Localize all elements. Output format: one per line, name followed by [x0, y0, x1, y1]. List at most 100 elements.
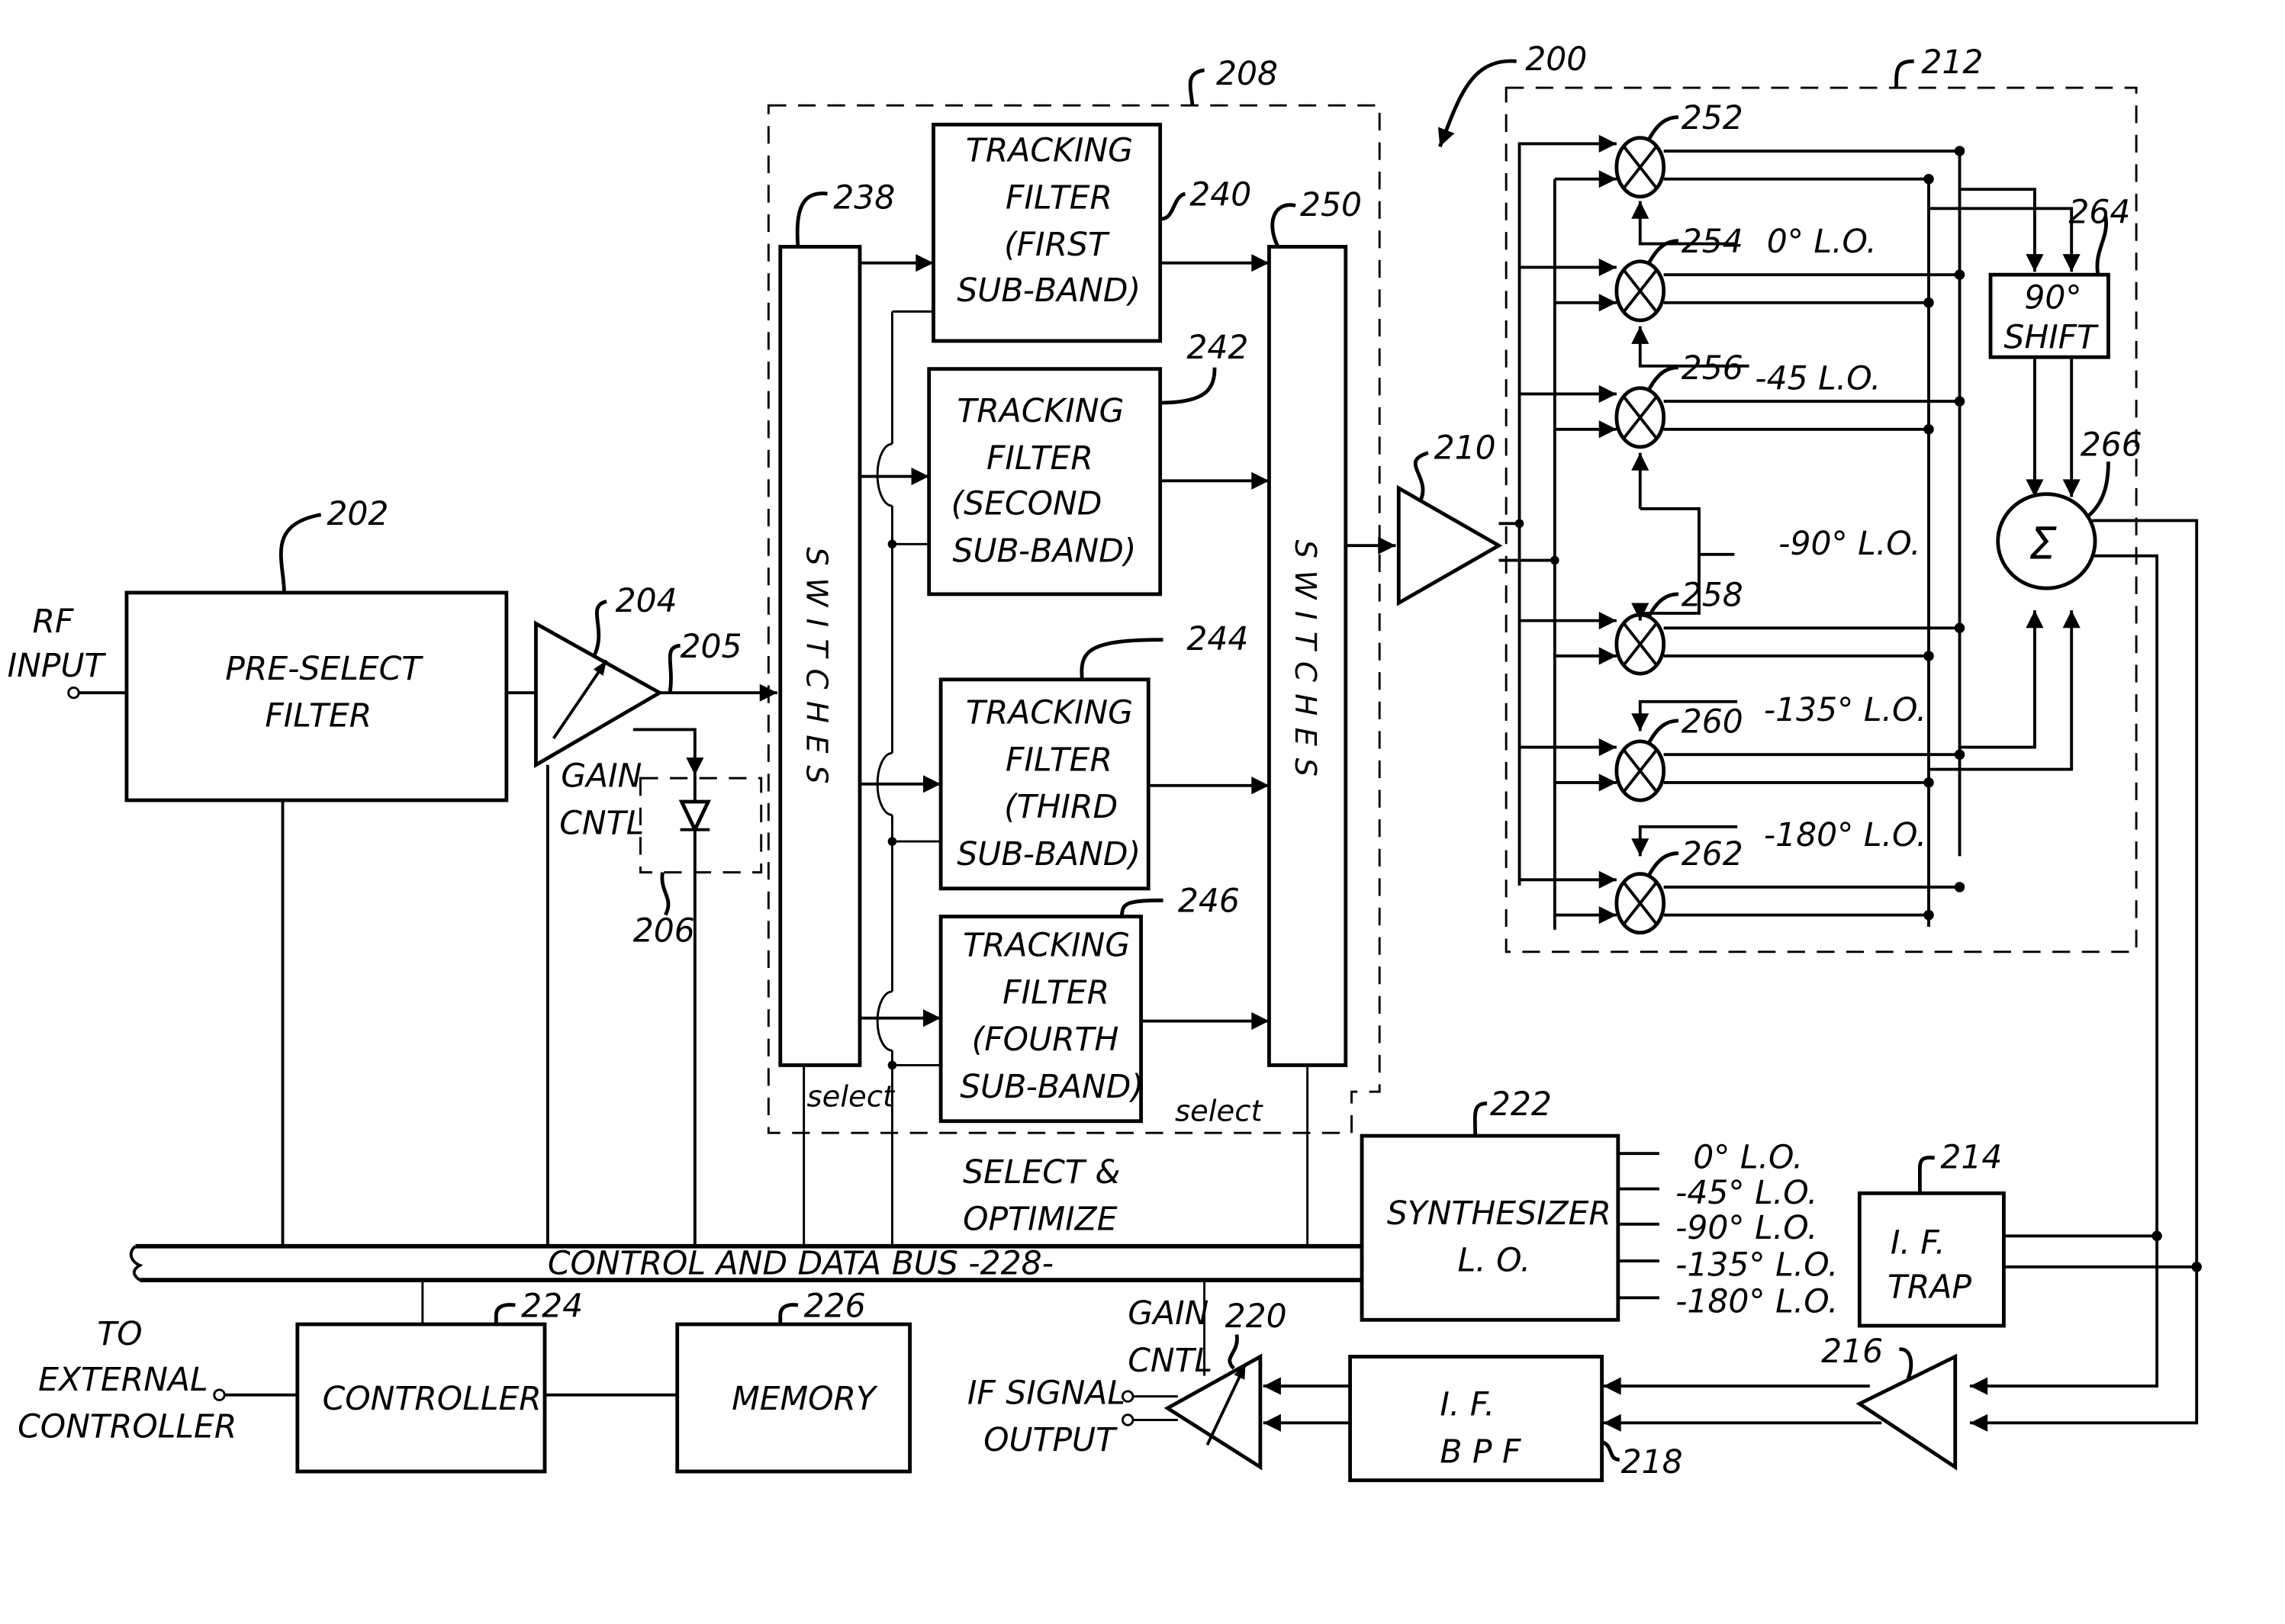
filter-246-line-4: SUB-BAND) — [960, 1069, 1144, 1106]
if-trap-label-2: TRAP — [1888, 1269, 1971, 1306]
ref-250: 250 — [1300, 187, 1362, 224]
external-label-1: TO — [97, 1316, 142, 1353]
controller-224: CONTROLLER 224 TO EXTERNAL CONTROLLER — [18, 1288, 677, 1474]
select-label-in: select — [807, 1079, 896, 1114]
ref-264: 264 — [2068, 195, 2130, 232]
synthesizer-label-1: SYNTHESIZER — [1387, 1195, 1611, 1233]
memory-label: MEMORY — [732, 1381, 878, 1418]
rf-input: RF INPUT — [8, 603, 127, 699]
gain-cntl-220-label-1: GAIN — [1128, 1295, 1208, 1333]
synth-out-45: -45° L.O. — [1675, 1175, 1817, 1212]
ref-204: 204 — [616, 583, 677, 620]
if-output-label-2: OUTPUT — [983, 1422, 1118, 1459]
input-switches-label: SWITCHES — [800, 547, 834, 796]
filter-246-line-2: FILTER — [1003, 974, 1109, 1011]
ref-216: 216 — [1821, 1333, 1883, 1371]
filter-242-line-3: (SECOND — [951, 486, 1102, 523]
if-trap-214: I. F. TRAP 214 — [1857, 1140, 2202, 1328]
external-label-3: CONTROLLER — [18, 1409, 237, 1446]
shift-label-2: SHIFT — [2003, 320, 2099, 357]
filter-246-line-3: (FOURTH — [972, 1021, 1119, 1059]
rf-input-label-1: RF — [32, 603, 73, 641]
ref-220: 220 — [1225, 1298, 1287, 1336]
select-label-out: select — [1175, 1095, 1263, 1129]
ref-262: 262 — [1682, 836, 1743, 873]
lo-label-90: -90° L.O. — [1778, 526, 1920, 563]
ref-226: 226 — [804, 1288, 866, 1325]
synthesizer-lo-222: SYNTHESIZER L. O. 222 0° L.O. -45° L.O. … — [1360, 1086, 1838, 1322]
amplifier-210: 210 — [1396, 429, 1559, 606]
synthesizer-label-2: L. O. — [1457, 1243, 1530, 1280]
mixer-252: 252 — [1519, 100, 1965, 199]
ref-202: 202 — [327, 496, 388, 533]
if-bpf-label-1: I. F. — [1440, 1387, 1495, 1424]
ref-205: 205 — [681, 629, 742, 666]
ref-224: 224 — [521, 1288, 583, 1325]
mixer-lo-inputs: 0° L.O. -45 L.O. -90° L.O. -135° L.O. -1… — [1631, 201, 1926, 857]
filter-244-line-3: (THIRD — [1004, 789, 1118, 826]
filter-240-line-4: SUB-BAND) — [957, 272, 1141, 310]
preselect-filter-label-2: FILTER — [265, 698, 372, 735]
if-output-label-1: IF SIGNAL — [967, 1375, 1125, 1412]
external-controller-terminal — [213, 1388, 226, 1401]
detector-206-boundary — [639, 777, 763, 874]
synth-out-0: 0° L.O. — [1693, 1140, 1803, 1177]
preselect-filter-box — [124, 590, 509, 802]
detector-206: 206 — [633, 775, 763, 1246]
filter-244-line-4: SUB-BAND) — [957, 836, 1141, 873]
lo-label-180: -180° L.O. — [1764, 817, 1926, 854]
rf-input-terminal — [67, 686, 80, 699]
lo-label-45: -45 L.O. — [1755, 361, 1881, 398]
gain-cntl-label-1: GAIN — [561, 758, 642, 796]
amplifier-210-triangle — [1396, 484, 1503, 606]
synth-out-90: -90° L.O. — [1675, 1210, 1817, 1247]
mixer-258: 258 — [1519, 577, 1965, 676]
select-and-optimize-block: 208 SWITCHES 238 select SWITCHES 250 sel… — [767, 56, 1396, 1246]
sigma-icon: Σ — [2029, 518, 2057, 570]
ref-256: 256 — [1682, 350, 1743, 388]
variable-gain-amplifier-220: GAIN CNTL 220 IF SIGNAL OUTPUT — [967, 1280, 1287, 1471]
shift-label-1: 90° — [2024, 280, 2081, 317]
memory-226: MEMORY 226 — [675, 1288, 912, 1474]
ref-266: 266 — [2081, 426, 2142, 464]
preselect-filter: PRE-SELECT FILTER 202 — [124, 496, 536, 1246]
controller-label: CONTROLLER — [323, 1381, 542, 1418]
filter-240-line-2: FILTER — [1006, 179, 1112, 217]
filter-242-line-1: TRACKING — [957, 393, 1124, 430]
bus-label: CONTROL AND DATA BUS -228- — [548, 1245, 1054, 1282]
preselect-filter-label-1: PRE-SELECT — [225, 651, 423, 688]
rf-input-label-2: INPUT — [8, 648, 107, 685]
select-optimize-label-1: SELECT & — [963, 1154, 1120, 1191]
mixers-group: 252 254 256 258 260 262 — [1519, 100, 1965, 935]
filter-240-line-1: TRACKING — [966, 133, 1133, 170]
gain-cntl-label-2: CNTL — [559, 805, 644, 842]
ref-238: 238 — [833, 179, 895, 217]
ref-258: 258 — [1682, 577, 1743, 614]
gain-cntl-220-label-2: CNTL — [1128, 1343, 1212, 1380]
if-bpf-label-2: B P F — [1440, 1433, 1521, 1471]
ref-218: 218 — [1621, 1444, 1683, 1481]
ref-208: 208 — [1216, 56, 1278, 93]
ref-200: 200 — [1525, 41, 1587, 79]
filter-244-line-2: FILTER — [1006, 741, 1112, 779]
ref-260: 260 — [1682, 703, 1743, 741]
filter-242-line-4: SUB-BAND) — [953, 532, 1137, 570]
ref-210: 210 — [1434, 429, 1496, 467]
filter-240-line-3: (FIRST — [1004, 227, 1110, 264]
lo-label-0: 0° L.O. — [1767, 224, 1877, 261]
rf-receiver-block-diagram: 200 RF INPUT PRE-SELECT FILTER 202 204 2… — [8, 41, 2202, 1483]
diode-icon — [678, 799, 712, 835]
ref-246: 246 — [1178, 883, 1240, 921]
external-label-2: EXTERNAL — [38, 1362, 208, 1399]
figure-ref-200: 200 — [1437, 41, 1587, 148]
if-trap-label-1: I. F. — [1891, 1224, 1945, 1262]
ref-206: 206 — [633, 912, 695, 950]
output-switches-label: SWITCHES — [1288, 539, 1322, 788]
if-output-terminal-2 — [1122, 1413, 1134, 1426]
ref-242: 242 — [1186, 330, 1248, 367]
filter-242-line-2: FILTER — [986, 440, 1093, 478]
synth-out-135: -135° L.O. — [1675, 1246, 1838, 1284]
ref-212: 212 — [1921, 44, 1983, 82]
select-optimize-label-2: OPTIMIZE — [963, 1201, 1118, 1239]
if-bandpass-filter-218: I. F. B P F 218 — [1263, 1355, 1683, 1483]
